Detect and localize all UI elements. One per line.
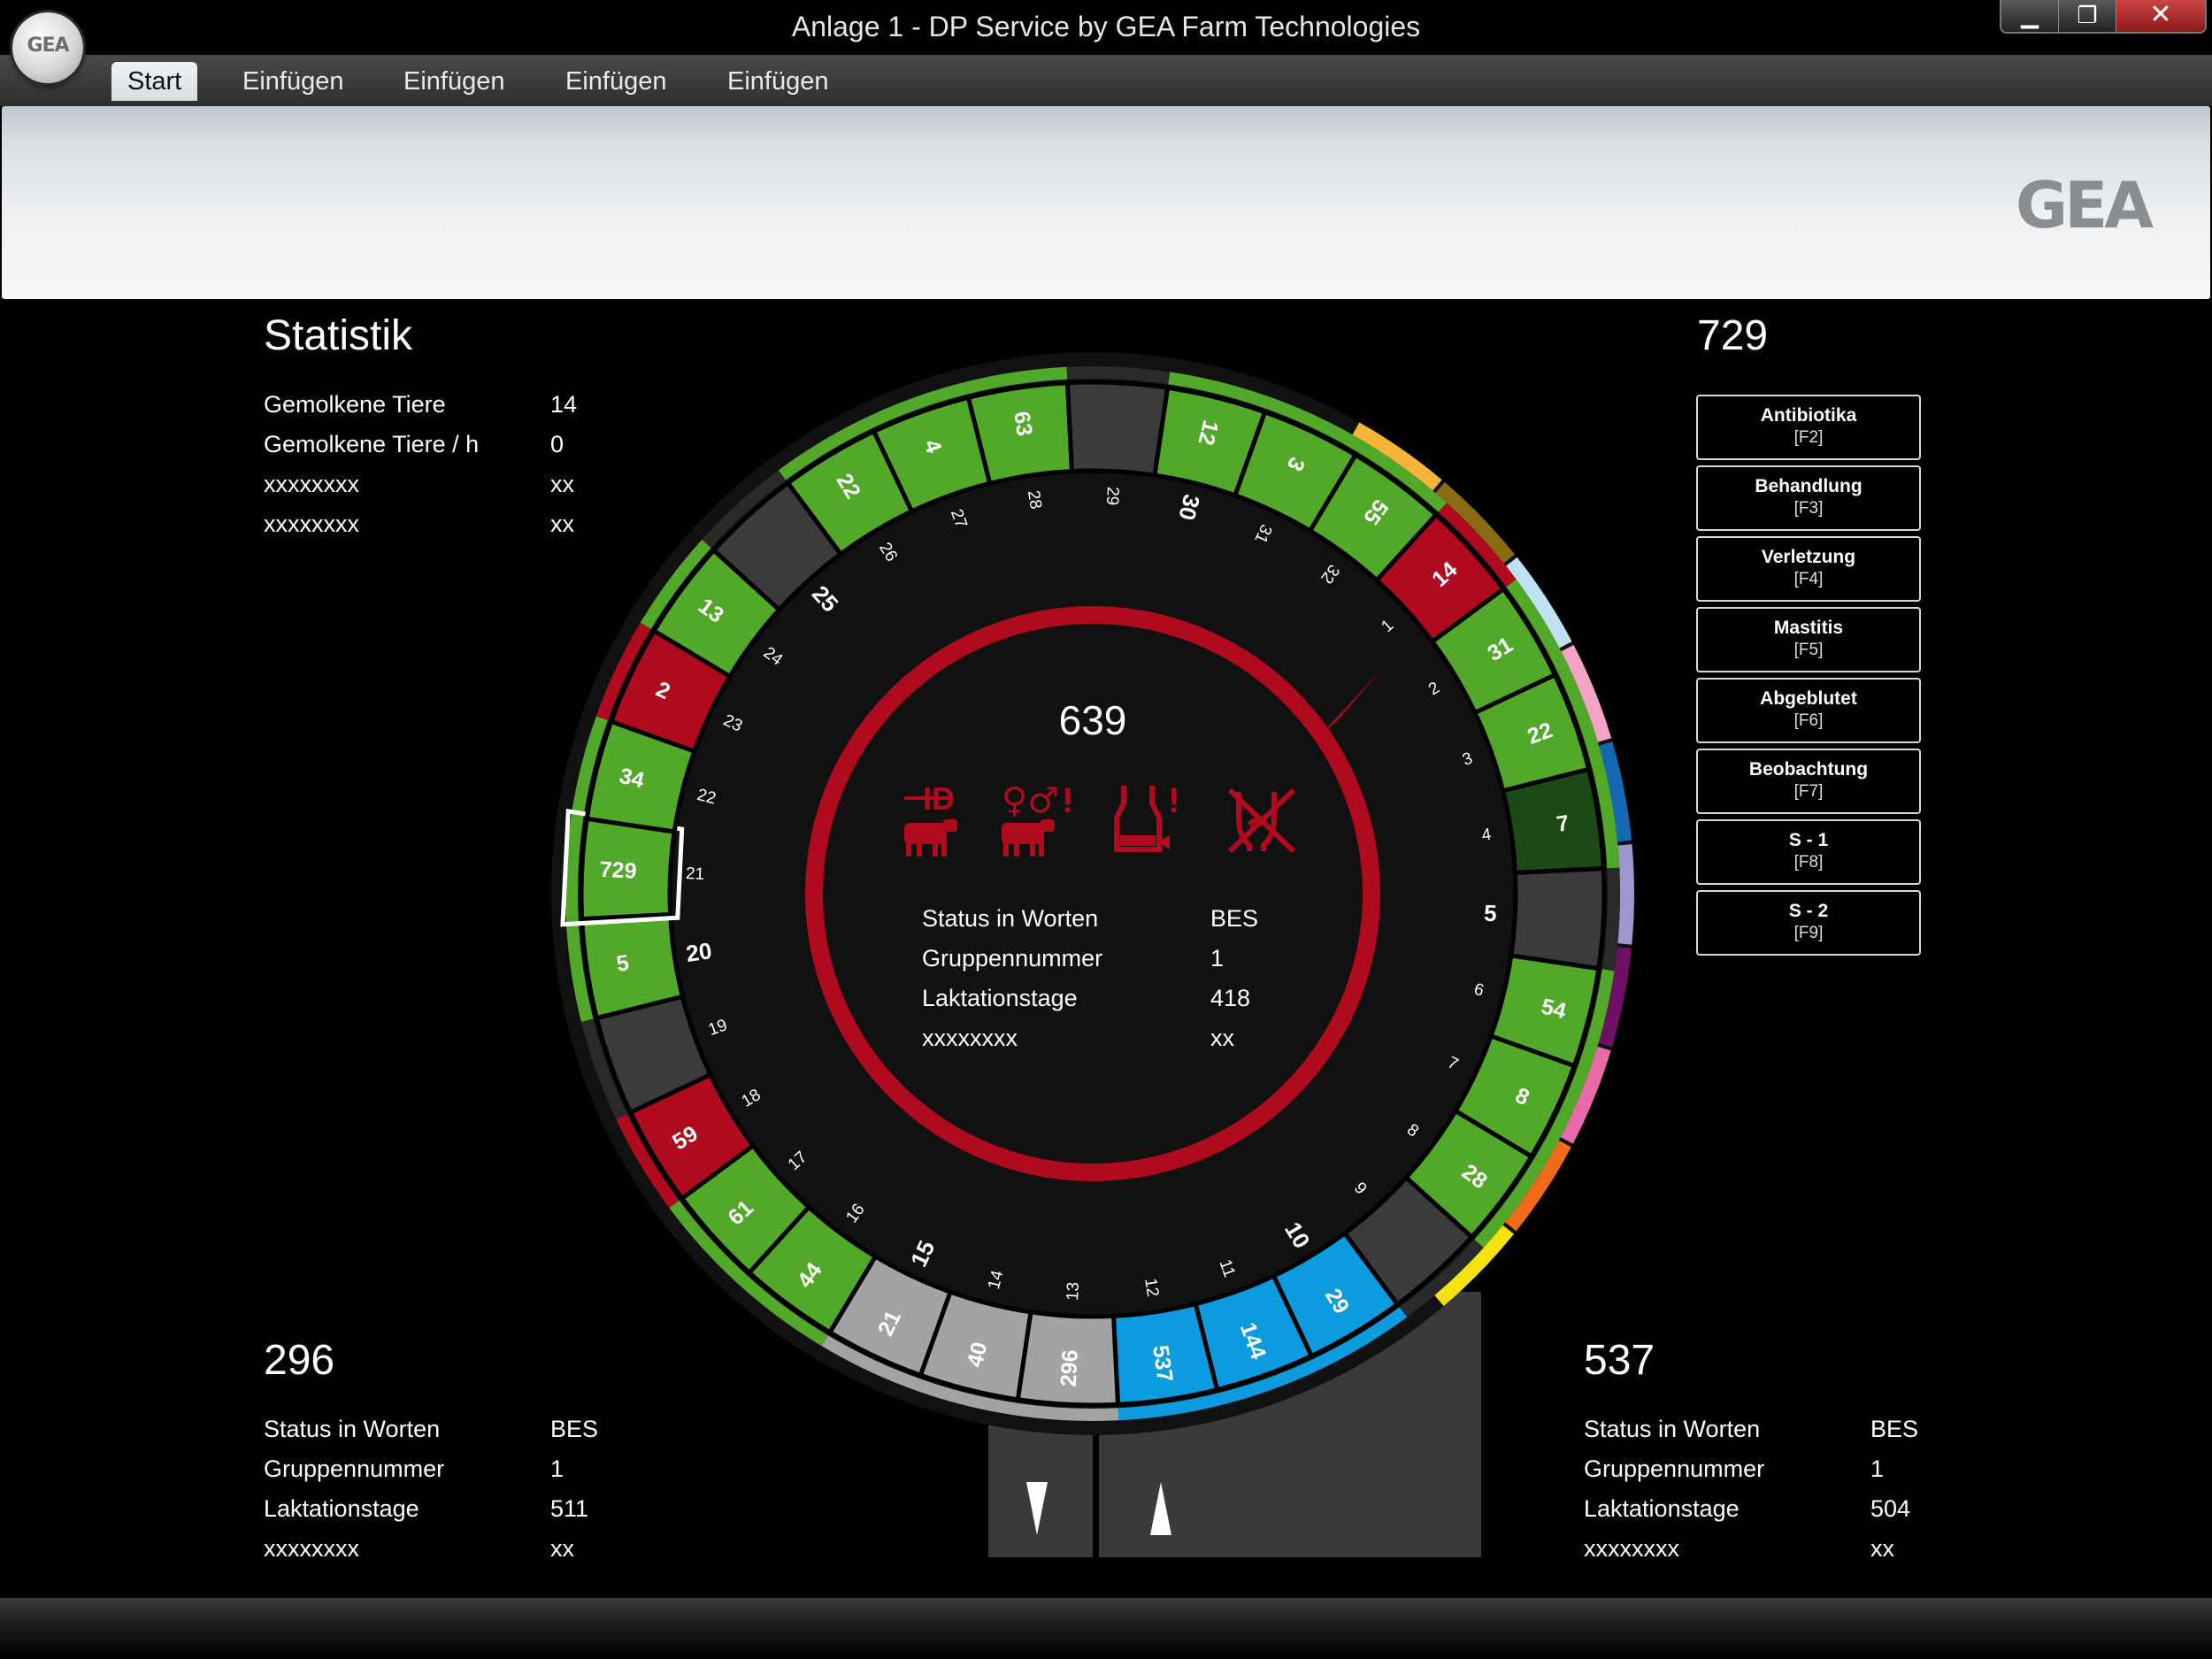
stall-cow-number: 729 [599,857,637,884]
center-value-1: BES [1210,905,1258,932]
rotary-parlour: 1431227548282914453729640214461595729342… [551,352,1634,1557]
stall-number-5: 5 [1484,900,1498,927]
center-animal-number: 639 [1059,697,1127,743]
stall-number-21: 21 [685,864,704,884]
center-value-4: xx [1210,1025,1235,1051]
center-label-4: xxxxxxxx [922,1025,1018,1051]
stall-number-29: 29 [1102,486,1122,505]
stall-cow-number: 63 [1009,410,1037,438]
stall-number-13: 13 [1064,1281,1083,1301]
stall-20[interactable] [580,911,686,1021]
center-label-1: Status in Worten [922,905,1098,932]
stall-5[interactable] [1509,865,1607,972]
stall-4[interactable] [1500,766,1606,876]
stall-number-20: 20 [684,937,713,967]
stall-number-12: 12 [1141,1277,1162,1298]
svg-text:!: ! [1168,781,1179,820]
center-value-2: 1 [1210,945,1224,972]
stall-cow-number: 296 [1056,1349,1083,1387]
svg-text:♀♂: ♀♂ [1002,780,1059,821]
group-color-segment [1617,844,1634,945]
application-menu-button[interactable]: GEA [12,12,83,83]
stall-number-28: 28 [1024,489,1045,511]
status-bar [0,1598,2212,1659]
center-label-3: Laktationstage [922,985,1078,1011]
svg-text:!: ! [1062,781,1073,820]
center-value-3: 418 [1210,985,1250,1011]
stall-29[interactable] [1064,380,1171,478]
gea-orb-logo: GEA [27,35,69,57]
center-label-2: Gruppennummer [922,945,1102,972]
